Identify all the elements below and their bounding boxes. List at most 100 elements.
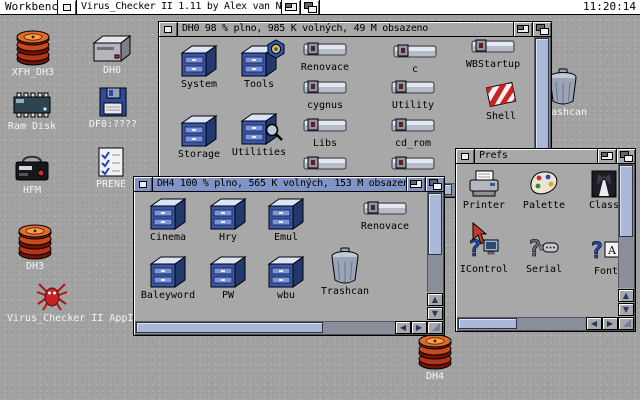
- dh0-icon-c[interactable]: c: [370, 44, 460, 76]
- icon-label: cd_rom: [368, 138, 458, 150]
- mouse-pointer: [472, 222, 490, 246]
- default-drawer-icon: [471, 39, 515, 53]
- dh0-icon-shell[interactable]: Shell: [456, 78, 546, 123]
- device-icon: [14, 152, 50, 184]
- dh0-window-title: DH0 98 % plno, 985 K volných, 49 M obsaz…: [178, 22, 513, 36]
- drawer-icon: [148, 197, 188, 231]
- icon-label: DH4: [390, 371, 480, 383]
- icon-label: Utility: [368, 100, 458, 112]
- icon-label: Shell: [456, 111, 546, 123]
- horizontal-scrollbar-thumb[interactable]: [136, 322, 323, 333]
- vertical-scrollbar-thumb[interactable]: [428, 193, 442, 255]
- icon-label: Renovace: [280, 62, 370, 74]
- zoom-gadget[interactable]: [281, 0, 300, 14]
- horizontal-scrollbar[interactable]: [457, 317, 586, 330]
- workbench-screen: Workbench Virus_Checker II 1.11 by Alex …: [0, 0, 640, 400]
- scroll-left-arrow[interactable]: ◀: [586, 317, 602, 330]
- dh4-window-titlebar[interactable]: DH4 100 % plno, 565 K volných, 153 M obs…: [134, 177, 444, 192]
- icon-label: Libs: [280, 138, 370, 150]
- serial-icon: [527, 233, 561, 263]
- resize-gadget[interactable]: [427, 321, 443, 334]
- dh0-icon-libs[interactable]: Libs: [280, 118, 370, 150]
- dh0-icon-utility[interactable]: Utility: [368, 80, 458, 112]
- close-gadget[interactable]: [134, 177, 153, 191]
- default-drawer-icon: [303, 118, 347, 132]
- scroll-right-arrow[interactable]: ▶: [602, 317, 618, 330]
- dh4-icon-renovace[interactable]: Renovace: [340, 201, 430, 233]
- hard-drive-icon: [92, 34, 132, 64]
- depth-gadget[interactable]: [425, 177, 444, 191]
- scroll-up-arrow[interactable]: ▲: [427, 293, 443, 306]
- default-drawer-icon: [391, 156, 435, 170]
- dh0-icon-cygnus[interactable]: cygnus: [280, 80, 370, 112]
- virus-checker-window-title: Virus_Checker II 1.11 by Alex van Niel: [77, 0, 281, 14]
- vertical-scrollbar[interactable]: [618, 164, 634, 288]
- horizontal-scrollbar[interactable]: [135, 321, 395, 334]
- icon-label: Emul: [241, 232, 331, 244]
- dh4-icon-trashcan[interactable]: Trashcan: [300, 247, 390, 298]
- horizontal-scrollbar-thumb[interactable]: [458, 318, 517, 329]
- icon-label: cygnus: [280, 100, 370, 112]
- zoom-gadget[interactable]: [597, 149, 616, 163]
- desktop-icon-df0[interactable]: DF0:????: [68, 86, 158, 131]
- dh0-icon-drawer-partial-1[interactable]: [280, 156, 370, 176]
- vertical-scrollbar[interactable]: [427, 192, 443, 292]
- default-drawer-icon: [303, 42, 347, 56]
- desktop-icon-dh4[interactable]: DH4: [390, 334, 480, 383]
- vertical-scrollbar-thumb[interactable]: [619, 165, 633, 237]
- resize-gadget[interactable]: [618, 317, 634, 330]
- disk-stack-icon: [15, 30, 51, 66]
- scroll-right-arrow[interactable]: ▶: [411, 321, 427, 334]
- zoom-gadget[interactable]: [513, 22, 532, 36]
- icon-label: WBStartup: [448, 59, 538, 71]
- close-gadget[interactable]: [58, 0, 77, 14]
- icon-label: c: [370, 64, 460, 76]
- desktop-icon-dh0[interactable]: DH0: [67, 34, 157, 77]
- prefs-window-title: Prefs: [475, 149, 597, 163]
- class-icon: [587, 169, 621, 199]
- clock: 11:20:14: [583, 0, 636, 14]
- default-drawer-icon: [391, 118, 435, 132]
- desktop-icon-dh3[interactable]: DH3: [0, 224, 80, 273]
- chip-icon: [12, 90, 52, 120]
- printer-icon: [467, 169, 501, 199]
- disk-stack-icon: [17, 224, 53, 260]
- dh0-icon-wbstartup[interactable]: WBStartup: [448, 39, 538, 71]
- depth-gadget[interactable]: [616, 149, 635, 163]
- scroll-left-arrow[interactable]: ◀: [395, 321, 411, 334]
- scroll-down-arrow[interactable]: ▼: [618, 303, 634, 316]
- icon-label: Trashcan: [300, 286, 390, 298]
- icon-label: Renovace: [340, 221, 430, 233]
- dh0-icon-cd-rom[interactable]: cd_rom: [368, 118, 458, 150]
- close-gadget[interactable]: [159, 22, 178, 36]
- checklist-icon: [96, 146, 126, 178]
- default-drawer-icon: [363, 201, 407, 215]
- shell-icon: [485, 78, 517, 110]
- prefs-window-titlebar[interactable]: Prefs: [456, 149, 635, 164]
- dh4-window-title: DH4 100 % plno, 565 K volných, 153 M obs…: [153, 177, 406, 191]
- vertical-scrollbar[interactable]: [534, 37, 550, 154]
- close-gadget[interactable]: [456, 149, 475, 163]
- depth-gadget[interactable]: [532, 22, 551, 36]
- vertical-scrollbar-thumb[interactable]: [535, 38, 549, 152]
- default-drawer-icon: [393, 44, 437, 58]
- drawer-icon: [179, 114, 219, 148]
- disk-stack-icon: [417, 334, 453, 370]
- virus-checker-window-titlebar[interactable]: Virus_Checker II 1.11 by Alex van Niel: [57, 0, 320, 15]
- icon-label: DH0: [67, 65, 157, 77]
- drawer-icon: [179, 44, 219, 78]
- scroll-down-arrow[interactable]: ▼: [427, 307, 443, 320]
- dh4-icon-emul[interactable]: Emul: [241, 197, 331, 244]
- dh0-window-titlebar[interactable]: DH0 98 % plno, 985 K volných, 49 M obsaz…: [159, 22, 551, 37]
- depth-gadget[interactable]: [300, 0, 319, 14]
- default-drawer-icon: [303, 80, 347, 94]
- zoom-gadget[interactable]: [406, 177, 425, 191]
- dh0-icon-drawer-partial-2[interactable]: [368, 156, 458, 176]
- icon-label: Virus_Checker II AppIcon: [7, 313, 97, 325]
- scroll-up-arrow[interactable]: ▲: [618, 289, 634, 302]
- desktop-icon-ram-disk[interactable]: Ram Disk: [0, 90, 77, 133]
- desktop-icon-virus-checker-appicon[interactable]: Virus_Checker II AppIcon: [7, 278, 97, 325]
- palette-icon: [527, 169, 561, 199]
- default-drawer-icon: [391, 80, 435, 94]
- dh0-icon-renovace[interactable]: Renovace: [280, 42, 370, 74]
